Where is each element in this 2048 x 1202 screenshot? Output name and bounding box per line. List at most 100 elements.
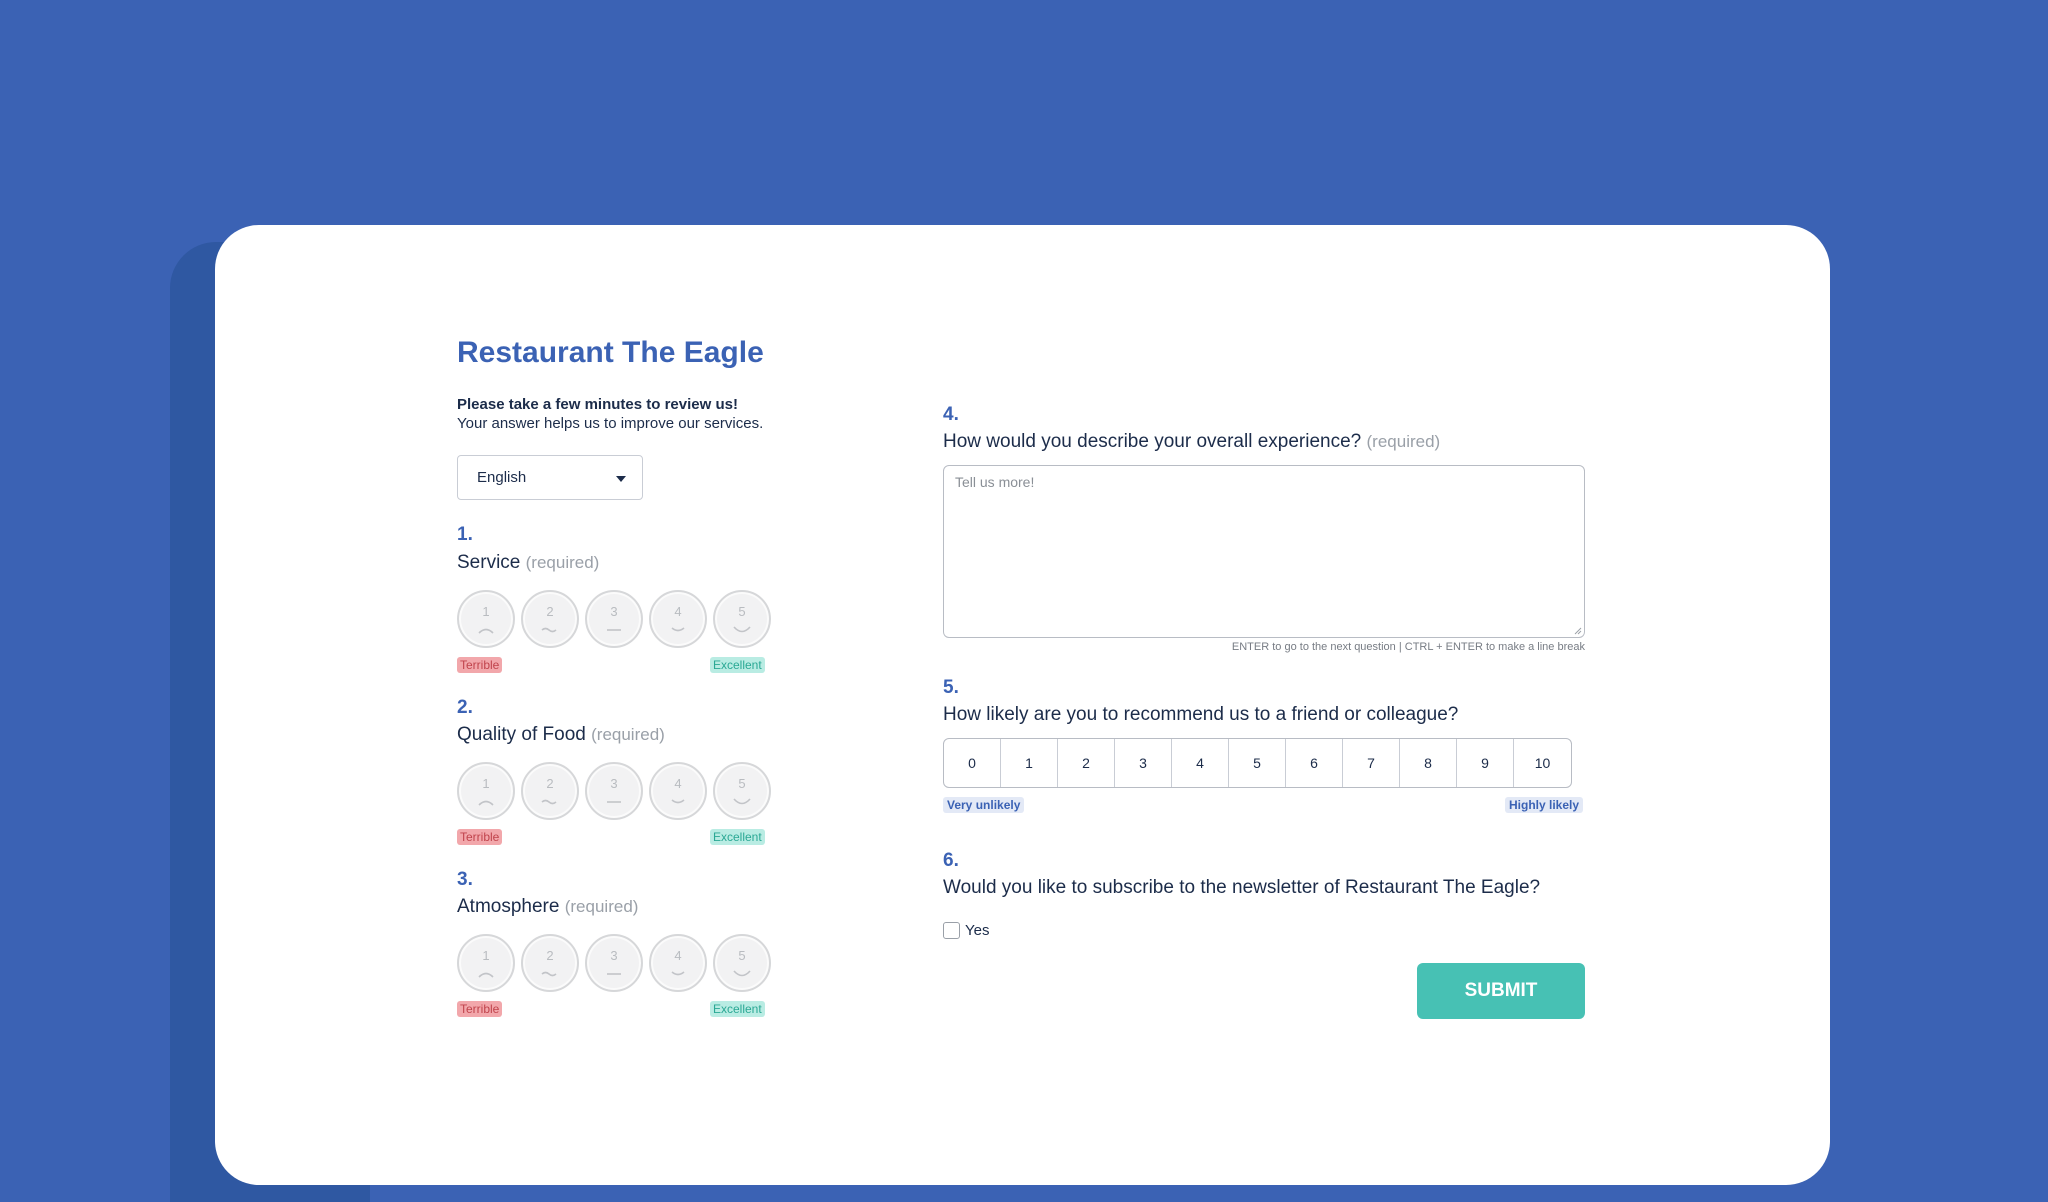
rating-option-2[interactable]: 2: [521, 934, 579, 992]
rating-option-3[interactable]: 3: [585, 590, 643, 648]
sad-face-icon: [478, 628, 494, 634]
rating-number: 1: [482, 948, 490, 963]
nps-option-2[interactable]: 2: [1058, 739, 1115, 787]
question-1-number: 1.: [457, 524, 473, 545]
submit-button[interactable]: SUBMIT: [1417, 963, 1585, 1019]
happy-face-icon: [733, 798, 751, 805]
form-title: Restaurant The Eagle: [457, 336, 764, 369]
worried-face-icon: [541, 627, 557, 633]
newsletter-yes-label[interactable]: Yes: [965, 922, 989, 939]
rating-number: 1: [482, 604, 490, 619]
rating-option-1[interactable]: 1: [457, 762, 515, 820]
rating-option-4[interactable]: 4: [649, 762, 707, 820]
excellent-badge: Excellent: [710, 1001, 765, 1017]
sad-face-icon: [478, 800, 494, 806]
newsletter-checkbox[interactable]: [943, 922, 960, 939]
question-1-label: Service (required): [457, 552, 599, 574]
question-2-label: Quality of Food (required): [457, 724, 665, 746]
language-select[interactable]: English: [457, 455, 643, 500]
intro-heading: Please take a few minutes to review us!: [457, 396, 738, 413]
rating-food: 1 2 3 4 5: [457, 762, 777, 820]
nps-option-8[interactable]: 8: [1400, 739, 1457, 787]
very-unlikely-badge: Very unlikely: [943, 797, 1025, 813]
nps-option-4[interactable]: 4: [1172, 739, 1229, 787]
rating-atmosphere: 1 2 3 4 5: [457, 934, 777, 992]
experience-textarea[interactable]: Tell us more!: [943, 465, 1585, 638]
question-4-number: 4.: [943, 404, 959, 425]
nps-option-1[interactable]: 1: [1001, 739, 1058, 787]
question-6-label: Would you like to subscribe to the newsl…: [943, 877, 1541, 898]
rating-option-2[interactable]: 2: [521, 762, 579, 820]
rating-number: 3: [610, 776, 618, 791]
rating-number: 1: [482, 776, 490, 791]
rating-number: 3: [610, 948, 618, 963]
question-4-label: How would you describe your overall expe…: [943, 431, 1440, 453]
rating-number: 5: [738, 776, 746, 791]
question-1-required: (required): [525, 553, 600, 572]
excellent-badge: Excellent: [710, 829, 765, 845]
question-4-text: How would you describe your overall expe…: [943, 431, 1362, 452]
question-2-required: (required): [591, 725, 665, 744]
rating-option-2[interactable]: 2: [521, 590, 579, 648]
textarea-placeholder: Tell us more!: [955, 474, 1035, 490]
rating-number: 5: [738, 604, 746, 619]
rating-number: 5: [738, 948, 746, 963]
question-5-number: 5.: [943, 677, 959, 698]
question-2-number: 2.: [457, 697, 473, 718]
excellent-badge: Excellent: [710, 657, 765, 673]
worried-face-icon: [541, 971, 557, 977]
terrible-badge: Terrible: [457, 829, 503, 845]
happy-face-icon: [733, 626, 751, 633]
terrible-badge: Terrible: [457, 1001, 503, 1017]
rating-number: 4: [674, 776, 682, 791]
worried-face-icon: [541, 799, 557, 805]
rating-option-1[interactable]: 1: [457, 590, 515, 648]
rating-option-3[interactable]: 3: [585, 934, 643, 992]
question-6-number: 6.: [943, 850, 959, 871]
nps-option-9[interactable]: 9: [1457, 739, 1514, 787]
question-3-text: Atmosphere: [457, 896, 560, 917]
rating-number: 4: [674, 948, 682, 963]
rating-service: 1 2 3 4 5: [457, 590, 777, 648]
rating-number: 3: [610, 604, 618, 619]
rating-number: 2: [546, 776, 554, 791]
rating-number: 2: [546, 604, 554, 619]
rating-option-4[interactable]: 4: [649, 590, 707, 648]
rating-option-4[interactable]: 4: [649, 934, 707, 992]
smile-face-icon: [671, 627, 685, 632]
nps-option-5[interactable]: 5: [1229, 739, 1286, 787]
language-value: English: [477, 469, 527, 486]
nps-scale: 0 1 2 3 4 5 6 7 8 9 10: [943, 738, 1572, 788]
neutral-face-icon: [607, 801, 621, 803]
terrible-badge: Terrible: [457, 657, 503, 673]
nps-option-3[interactable]: 3: [1115, 739, 1172, 787]
happy-face-icon: [733, 970, 751, 977]
neutral-face-icon: [607, 973, 621, 975]
smile-face-icon: [671, 799, 685, 804]
rating-option-1[interactable]: 1: [457, 934, 515, 992]
resize-handle-icon[interactable]: [1574, 627, 1582, 635]
question-1-text: Service: [457, 552, 521, 573]
question-3-label: Atmosphere (required): [457, 896, 638, 918]
nps-option-7[interactable]: 7: [1343, 739, 1400, 787]
rating-option-5[interactable]: 5: [713, 934, 771, 992]
question-3-required: (required): [564, 897, 639, 916]
chevron-down-icon: [616, 476, 626, 482]
question-4-required: (required): [1366, 432, 1441, 451]
highly-likely-badge: Highly likely: [1505, 797, 1584, 813]
rating-number: 2: [546, 948, 554, 963]
question-5-label: How likely are you to recommend us to a …: [943, 704, 1459, 725]
sad-face-icon: [478, 972, 494, 978]
rating-number: 4: [674, 604, 682, 619]
rating-option-5[interactable]: 5: [713, 762, 771, 820]
question-2-text: Quality of Food: [457, 724, 586, 745]
keyboard-hint: ENTER to go to the next question | CTRL …: [1231, 641, 1585, 653]
intro-text: Your answer helps us to improve our serv…: [457, 415, 764, 432]
nps-option-10[interactable]: 10: [1514, 739, 1571, 787]
nps-option-6[interactable]: 6: [1286, 739, 1343, 787]
smile-face-icon: [671, 971, 685, 976]
nps-option-0[interactable]: 0: [944, 739, 1001, 787]
rating-option-3[interactable]: 3: [585, 762, 643, 820]
question-3-number: 3.: [457, 869, 473, 890]
rating-option-5[interactable]: 5: [713, 590, 771, 648]
